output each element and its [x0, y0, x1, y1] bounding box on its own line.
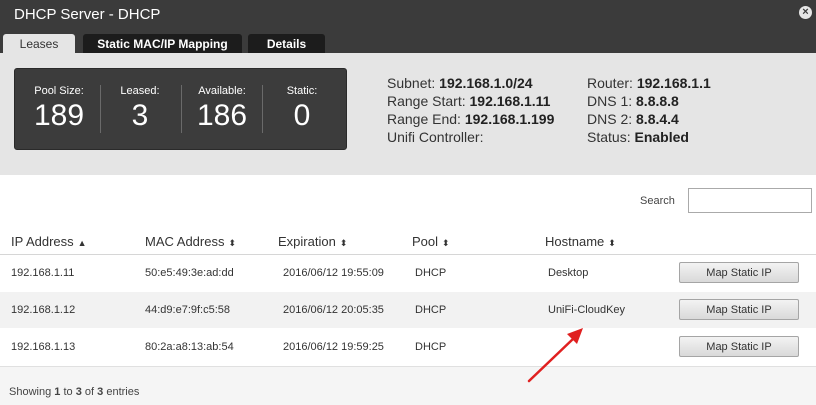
info-unifi-controller: Unifi Controller: [387, 129, 483, 145]
stat-label: Static: [286, 85, 318, 97]
cell-pool: DHCP [415, 267, 447, 279]
table-row: 192.168.1.13 80:2a:a8:13:ab:54 2016/06/1… [0, 329, 816, 365]
entries-to: 3 [75, 386, 82, 398]
stat-label: Available: [198, 85, 246, 97]
info-label: Status: [587, 129, 631, 145]
info-label: Range End: [387, 111, 461, 127]
map-static-ip-button[interactable]: Map Static IP [679, 299, 799, 320]
info-label: Range Start: [387, 93, 466, 109]
info-value: 8.8.4.4 [636, 111, 679, 127]
summary-panel: Pool Size: 189 Leased: 3 Available: 186 … [0, 53, 816, 175]
info-value: 192.168.1.199 [464, 111, 555, 127]
info-dns2: DNS 2: 8.8.4.4 [587, 111, 679, 127]
info-value: 192.168.1.1 [636, 75, 711, 91]
entries-of-word: of [84, 386, 95, 398]
cell-mac: 80:2a:a8:13:ab:54 [145, 341, 234, 353]
pool-stats-box: Pool Size: 189 Leased: 3 Available: 186 … [14, 68, 347, 150]
column-header-pool[interactable]: Pool ⬍ [412, 234, 450, 249]
stat-value: 189 [33, 99, 85, 132]
info-label: DNS 2: [587, 111, 633, 127]
table-row: 192.168.1.11 50:e5:49:3e:ad:dd 2016/06/1… [0, 255, 816, 291]
sort-ascending-icon: ▲ [77, 238, 87, 248]
column-header-hostname[interactable]: Hostname ⬍ [545, 234, 616, 249]
stat-pool-size: Pool Size: 189 [19, 85, 99, 133]
map-static-ip-button[interactable]: Map Static IP [679, 336, 799, 357]
column-label: Hostname [545, 234, 605, 249]
cell-ip: 192.168.1.13 [11, 341, 76, 353]
table-row: 192.168.1.12 44:d9:e7:9f:c5:58 2016/06/1… [0, 292, 816, 328]
sort-icon: ⬍ [608, 238, 616, 248]
info-status: Status: Enabled [587, 129, 689, 145]
info-range-start: Range Start: 192.168.1.11 [387, 93, 550, 109]
cell-expiration: 2016/06/12 20:05:35 [283, 304, 384, 316]
info-dns1: DNS 1: 8.8.8.8 [587, 93, 679, 109]
tab-static-mapping[interactable]: Static MAC/IP Mapping [83, 34, 242, 53]
stat-value: 0 [293, 99, 311, 132]
tab-leases[interactable]: Leases [3, 34, 75, 53]
search-input[interactable] [688, 188, 812, 213]
search-label: Search [640, 195, 675, 207]
cell-mac: 50:e5:49:3e:ad:dd [145, 267, 234, 279]
table-header: IP Address ▲ MAC Address ⬍ Expiration ⬍ Poo… [0, 227, 816, 255]
column-label: MAC Address [145, 234, 225, 249]
stat-leased: Leased: 3 [100, 85, 180, 133]
sort-icon: ⬍ [228, 238, 237, 248]
info-value: 8.8.8.8 [636, 93, 679, 109]
info-label: DNS 1: [587, 93, 633, 109]
stat-label: Pool Size: [34, 85, 84, 97]
info-router: Router: 192.168.1.1 [587, 75, 711, 91]
entries-to-word: to [63, 386, 73, 398]
column-label: IP Address [11, 234, 74, 249]
title-bar: DHCP Server - DHCP × Leases Static MAC/I… [0, 0, 816, 53]
column-header-ip[interactable]: IP Address ▲ [11, 234, 87, 249]
tab-details[interactable]: Details [248, 34, 325, 53]
entries-showing: Showing [9, 386, 52, 398]
info-subnet: Subnet: 192.168.1.0/24 [387, 75, 533, 91]
stat-label: Leased: [120, 85, 160, 97]
cell-hostname: UniFi-CloudKey [548, 304, 626, 316]
window-title: DHCP Server - DHCP [14, 6, 161, 23]
column-label: Expiration [278, 234, 336, 249]
info-value: 192.168.1.11 [469, 93, 551, 109]
info-label: Router: [587, 75, 633, 91]
info-value: Enabled [634, 129, 689, 145]
table-footer: Showing 1 to 3 of 3 entries [0, 366, 816, 405]
info-label: Subnet: [387, 75, 436, 91]
cell-pool: DHCP [415, 304, 447, 316]
info-label: Unifi Controller: [387, 129, 484, 145]
cell-ip: 192.168.1.11 [11, 267, 75, 279]
column-header-mac[interactable]: MAC Address ⬍ [145, 234, 236, 249]
info-range-end: Range End: 192.168.1.199 [387, 111, 554, 127]
entries-from: 1 [54, 386, 61, 398]
cell-ip: 192.168.1.12 [11, 304, 76, 316]
cell-hostname: Desktop [548, 267, 589, 279]
close-icon[interactable]: × [799, 6, 812, 19]
stat-value: 3 [131, 99, 149, 132]
stat-value: 186 [196, 99, 248, 132]
stat-available: Available: 186 [182, 85, 262, 133]
entries-suffix: entries [106, 386, 140, 398]
cell-pool: DHCP [415, 341, 447, 353]
column-label: Pool [412, 234, 439, 249]
cell-expiration: 2016/06/12 19:59:25 [283, 341, 384, 353]
cell-mac: 44:d9:e7:9f:c5:58 [145, 304, 231, 316]
entries-total: 3 [97, 386, 104, 398]
sort-icon: ⬍ [442, 238, 450, 248]
entries-info: Showing 1 to 3 of 3 entries [9, 386, 139, 398]
sort-icon: ⬍ [339, 238, 348, 248]
cell-expiration: 2016/06/12 19:55:09 [283, 267, 384, 279]
stat-static: Static: 0 [262, 85, 342, 133]
info-value: 192.168.1.0/24 [439, 75, 533, 91]
map-static-ip-button[interactable]: Map Static IP [679, 262, 799, 283]
column-header-expiration[interactable]: Expiration ⬍ [278, 234, 347, 249]
